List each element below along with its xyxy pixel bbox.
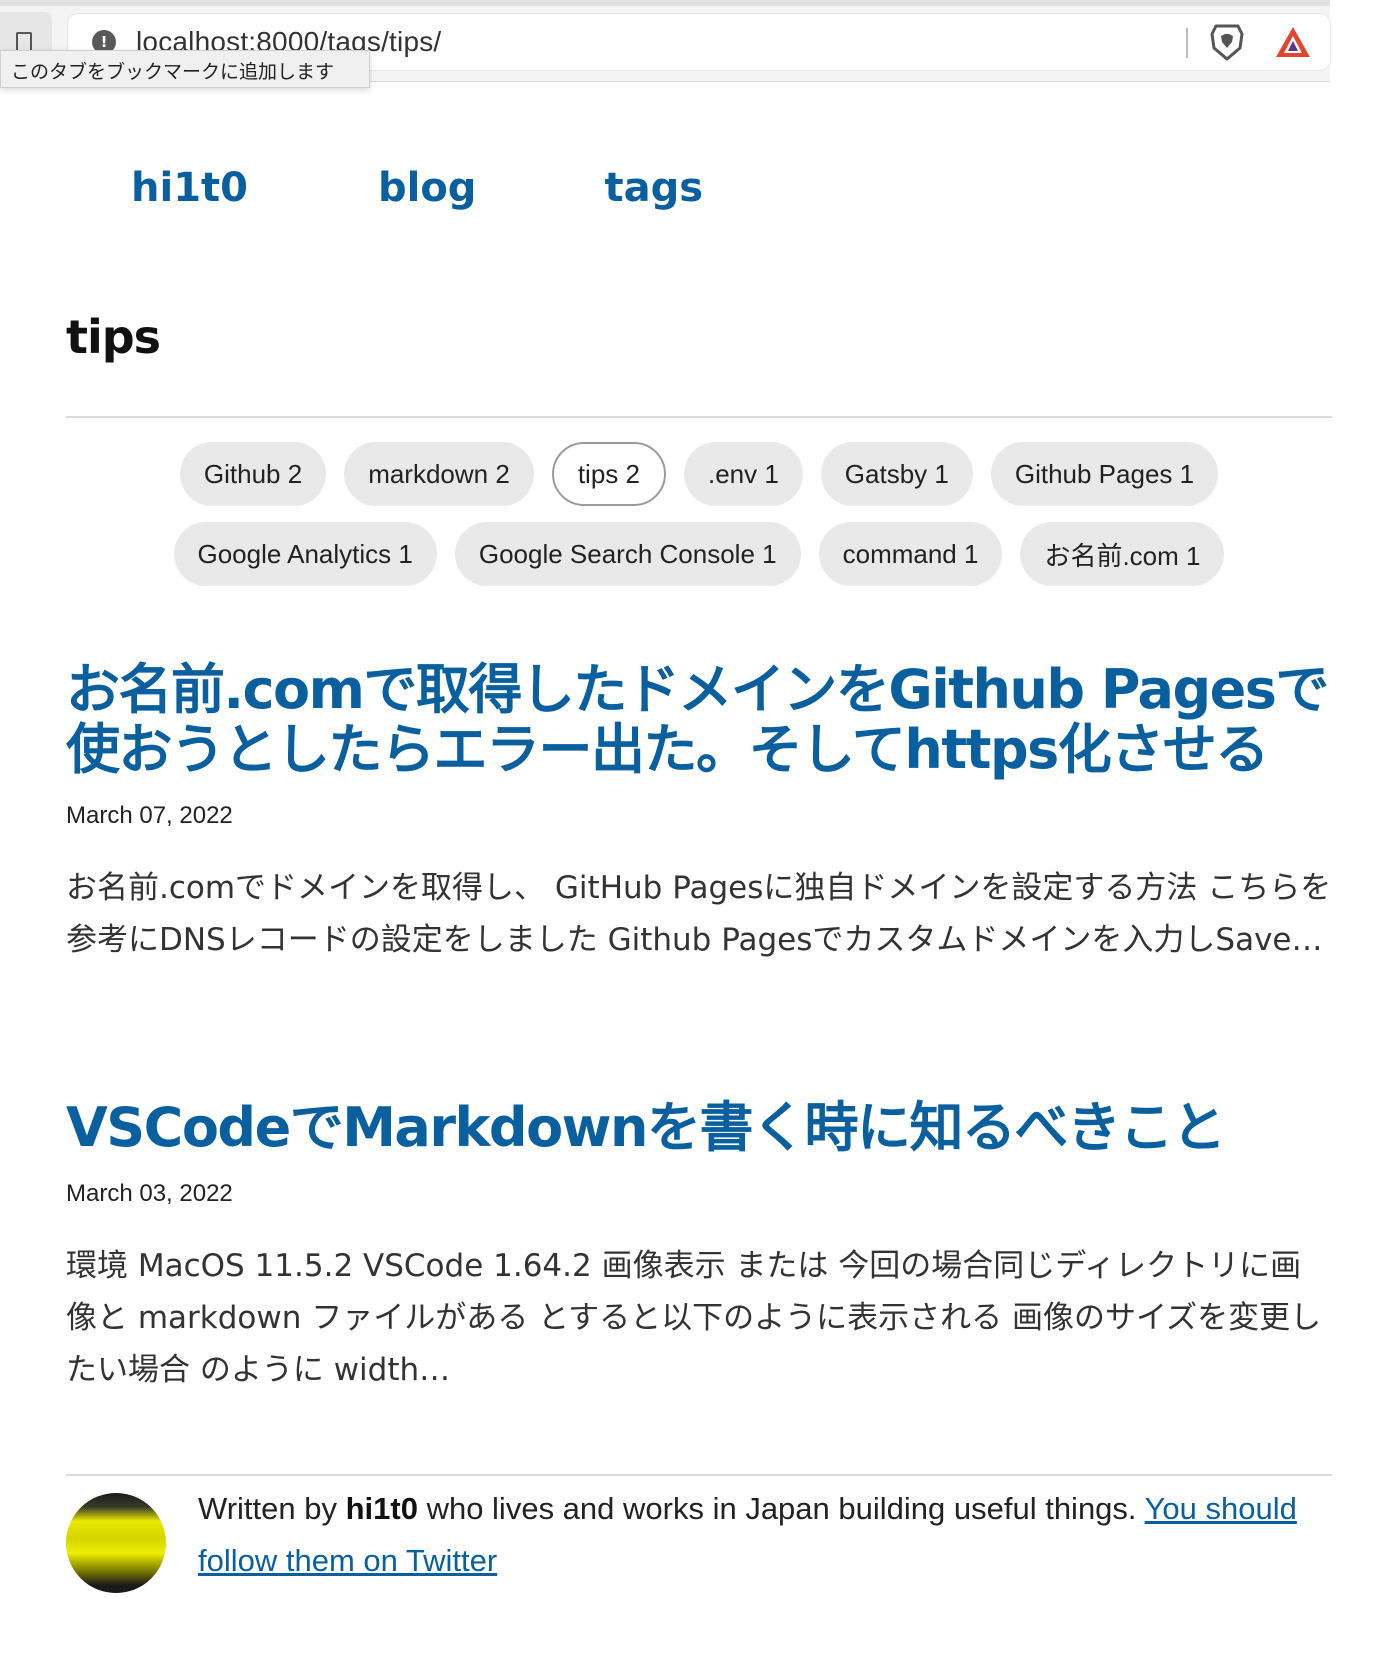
tag-pill[interactable]: markdown 2 <box>344 442 534 506</box>
brave-shields-icon[interactable] <box>1208 22 1246 62</box>
post-title-link[interactable]: VSCodeでMarkdownを書く時に知るべきこと <box>66 1098 1332 1158</box>
tag-pill-active[interactable]: tips 2 <box>551 442 666 506</box>
header-divider <box>66 416 1332 418</box>
nav-link-home[interactable]: hi1t0 <box>131 165 248 211</box>
page-title: tips <box>66 310 161 364</box>
tag-pill[interactable]: Gatsby 1 <box>820 442 973 506</box>
bio-prefix: Written by <box>198 1491 346 1526</box>
post-date: March 07, 2022 <box>66 802 233 829</box>
brave-rewards-icon[interactable] <box>1274 24 1312 60</box>
window-edge <box>1330 0 1400 82</box>
post-item: VSCodeでMarkdownを書く時に知るべきこと March 03, 202… <box>66 1098 1332 1396</box>
bookmark-tooltip: このタブをブックマークに追加します <box>0 50 370 88</box>
browser-chrome: ! localhost:8000/tags/tips/ このタブをブックマークに… <box>0 0 1400 88</box>
post-excerpt: お名前.comでドメインを取得し、 GitHub Pagesに独自ドメインを設定… <box>66 870 1332 958</box>
bio-author: hi1t0 <box>345 1491 418 1526</box>
tag-pill[interactable]: Google Search Console 1 <box>454 522 801 586</box>
tab-strip <box>0 0 1330 6</box>
tag-pill[interactable]: お名前.com 1 <box>1020 522 1225 586</box>
tag-pill[interactable]: .env 1 <box>683 442 803 506</box>
nav-link-blog[interactable]: blog <box>378 165 476 211</box>
tag-list: Github 2 markdown 2 tips 2 .env 1 Gatsby… <box>66 442 1332 586</box>
bookmark-icon <box>16 32 32 52</box>
avatar <box>66 1493 166 1593</box>
post-date: March 03, 2022 <box>66 1180 233 1207</box>
tag-pill[interactable]: command 1 <box>818 522 1003 586</box>
post-item: お名前.comで取得したドメインをGithub Pagesで使おうとしたらエラー… <box>66 660 1332 966</box>
post-excerpt: 環境 MacOS 11.5.2 VSCode 1.64.2 画像表示 または 今… <box>66 1248 1322 1388</box>
author-bio: Written by hi1t0 who lives and works in … <box>66 1491 1332 1593</box>
site-nav: hi1t0 blog tags <box>131 165 831 211</box>
tag-pill[interactable]: Github 2 <box>179 442 327 506</box>
address-bar-separator <box>1186 28 1188 58</box>
tag-pill[interactable]: Github Pages 1 <box>990 442 1219 506</box>
nav-link-tags[interactable]: tags <box>604 165 703 211</box>
footer-divider <box>66 1474 1332 1476</box>
post-title-link[interactable]: お名前.comで取得したドメインをGithub Pagesで使おうとしたらエラー… <box>66 660 1332 780</box>
bio-suffix: who lives and works in Japan building us… <box>417 1491 1145 1526</box>
tag-pill[interactable]: Google Analytics 1 <box>173 522 437 586</box>
bio-text: Written by hi1t0 who lives and works in … <box>198 1483 1332 1593</box>
